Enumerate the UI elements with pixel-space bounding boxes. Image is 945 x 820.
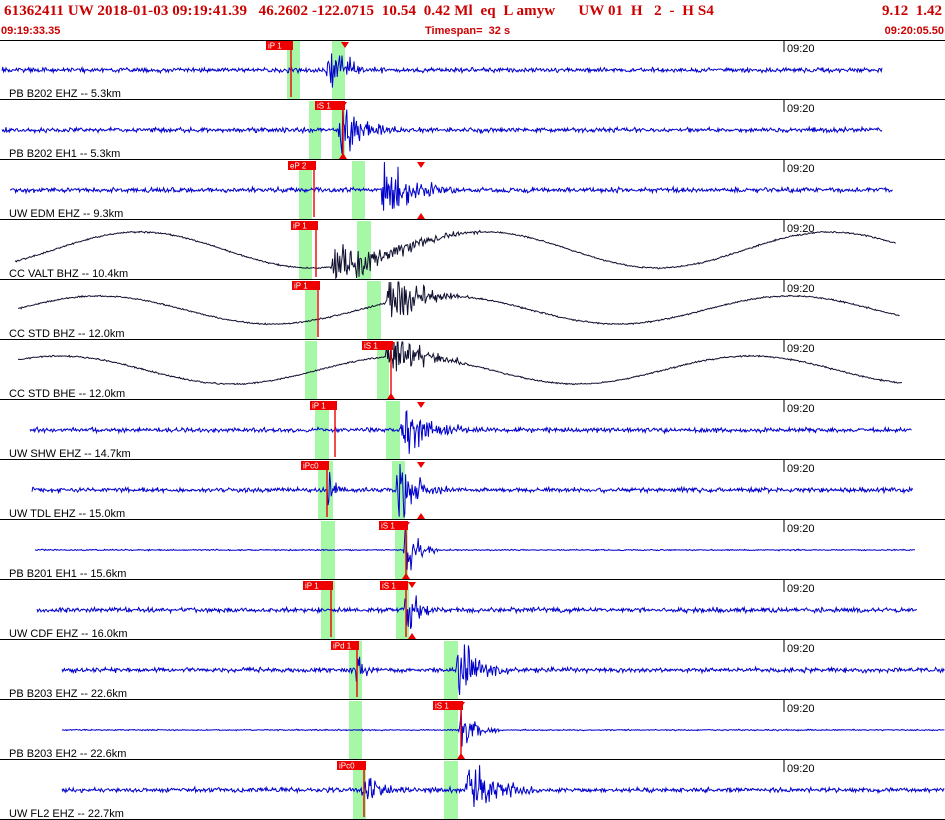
trace-row[interactable]: 09:20 iPc0 UW TDL EHZ -- 15.0km: [0, 460, 945, 520]
station-label: CC STD BHE -- 12.0km: [9, 388, 125, 400]
minute-mark-label: 09:20: [787, 43, 815, 55]
station-label: UW SHW EHZ -- 14.7km: [9, 448, 131, 460]
event-title-magnitudes: 9.12 1.42: [882, 3, 942, 19]
trace-row[interactable]: 09:20 eP 2 UW EDM EHZ -- 9.3km: [0, 160, 945, 220]
minute-mark-label: 09:20: [787, 283, 815, 295]
pick-label: iP 1: [305, 582, 319, 591]
trace-row[interactable]: 09:20 iP 1 UW SHW EHZ -- 14.7km: [0, 400, 945, 460]
minute-mark-label: 09:20: [787, 523, 815, 535]
amplitude-marker: [417, 162, 425, 168]
waveform: [18, 341, 902, 386]
waveform: [1, 104, 883, 154]
pick-label: eP 2: [290, 162, 307, 171]
pick-label: iP 1: [294, 282, 308, 291]
minute-mark-label: 09:20: [787, 103, 815, 115]
amplitude-marker: [417, 402, 425, 408]
station-label: CC VALT BHZ -- 10.4km: [9, 268, 128, 280]
waveform: [31, 463, 914, 518]
minute-mark-label: 09:20: [787, 463, 815, 475]
station-label: PB B202 EH1 -- 5.3km: [9, 148, 120, 160]
trace-row[interactable]: 09:20 iP 1 iS 1 UW CDF EHZ -- 16.0km: [0, 580, 945, 640]
event-title: 61362411 UW 2018-01-03 09:19:41.39 46.26…: [4, 3, 714, 19]
minute-mark-label: 09:20: [787, 163, 815, 175]
minute-mark-label: 09:20: [787, 703, 815, 715]
pick-label: iPd 1: [333, 642, 352, 651]
trace-row[interactable]: 09:20 iS 1 PB B202 EH1 -- 5.3km: [0, 100, 945, 160]
amplitude-marker: [408, 633, 416, 639]
pick-label: iP 1: [312, 402, 326, 411]
trace-row[interactable]: 09:20 iS 1 CC STD BHE -- 12.0km: [0, 340, 945, 400]
trace-row[interactable]: 09:20 iS 1 PB B201 EH1 -- 15.6km: [0, 520, 945, 580]
timespan-label: Timespan= 32 s: [425, 25, 511, 37]
start-time: 09:19:33.35: [1, 25, 61, 37]
pick-label: iP 1: [293, 222, 307, 231]
station-label: UW EDM EHZ -- 9.3km: [9, 208, 123, 220]
waveform: [1, 53, 883, 88]
trace-row[interactable]: 09:20 iP 1 CC STD BHZ -- 12.0km: [0, 280, 945, 340]
minute-mark-label: 09:20: [787, 643, 815, 655]
pick-label: iP 1: [268, 42, 282, 51]
minute-mark-label: 09:20: [787, 763, 815, 775]
trace-row[interactable]: 09:20 iS 1 PB B203 EH2 -- 22.6km: [0, 700, 945, 760]
minute-mark-label: 09:20: [787, 343, 815, 355]
pick-label: iS 1: [435, 702, 449, 711]
pick-label: iS 1: [381, 522, 395, 531]
station-label: PB B202 EHZ -- 5.3km: [9, 88, 121, 100]
trace-row[interactable]: 09:20 iP 1 PB B202 EHZ -- 5.3km: [0, 40, 945, 100]
station-label: PB B203 EHZ -- 22.6km: [9, 688, 127, 700]
station-label: CC STD BHZ -- 12.0km: [9, 328, 125, 340]
amplitude-marker: [417, 213, 425, 219]
event-header: 61362411 UW 2018-01-03 09:19:41.39 46.26…: [0, 0, 945, 40]
station-label: UW TDL EHZ -- 15.0km: [9, 508, 125, 520]
waveform: [9, 161, 893, 211]
end-time: 09:20:05.50: [884, 25, 944, 37]
pick-label: iS 1: [364, 342, 378, 351]
seismogram-panel[interactable]: 09:20 iP 1 PB B202 EHZ -- 5.3km 09:20 iS 1 PB…: [0, 40, 945, 820]
trace-row[interactable]: 09:20 iPd 1 PB B203 EHZ -- 22.6km: [0, 640, 945, 700]
station-label: UW CDF EHZ -- 16.0km: [9, 628, 128, 640]
amplitude-marker: [417, 513, 425, 519]
amplitude-marker: [417, 462, 425, 468]
pick-label: iPc0: [303, 462, 319, 471]
trace-row[interactable]: 09:20iP 1CC VALT BHZ -- 10.4km: [0, 220, 945, 280]
waveform: [29, 409, 912, 454]
minute-mark-label: 09:20: [787, 403, 815, 415]
trace-row[interactable]: 09:20 iPc0 UW FL2 EHZ -- 22.7km: [0, 760, 945, 820]
waveform: [17, 281, 900, 326]
pick-label: iS 1: [382, 582, 396, 591]
pick-label: iPc0: [339, 762, 355, 771]
amplitude-marker: [408, 582, 416, 588]
station-label: UW FL2 EHZ -- 22.7km: [9, 808, 124, 820]
pick-triangle: [457, 753, 465, 759]
minute-mark-label: 09:20: [787, 583, 815, 595]
station-label: PB B201 EH1 -- 15.6km: [9, 568, 126, 580]
pick-window: [367, 281, 381, 340]
waveform: [14, 229, 896, 280]
waveform: [34, 524, 915, 571]
waveform: [36, 595, 918, 630]
station-label: PB B203 EH2 -- 22.6km: [9, 748, 126, 760]
pick-label: iS 1: [317, 102, 331, 111]
